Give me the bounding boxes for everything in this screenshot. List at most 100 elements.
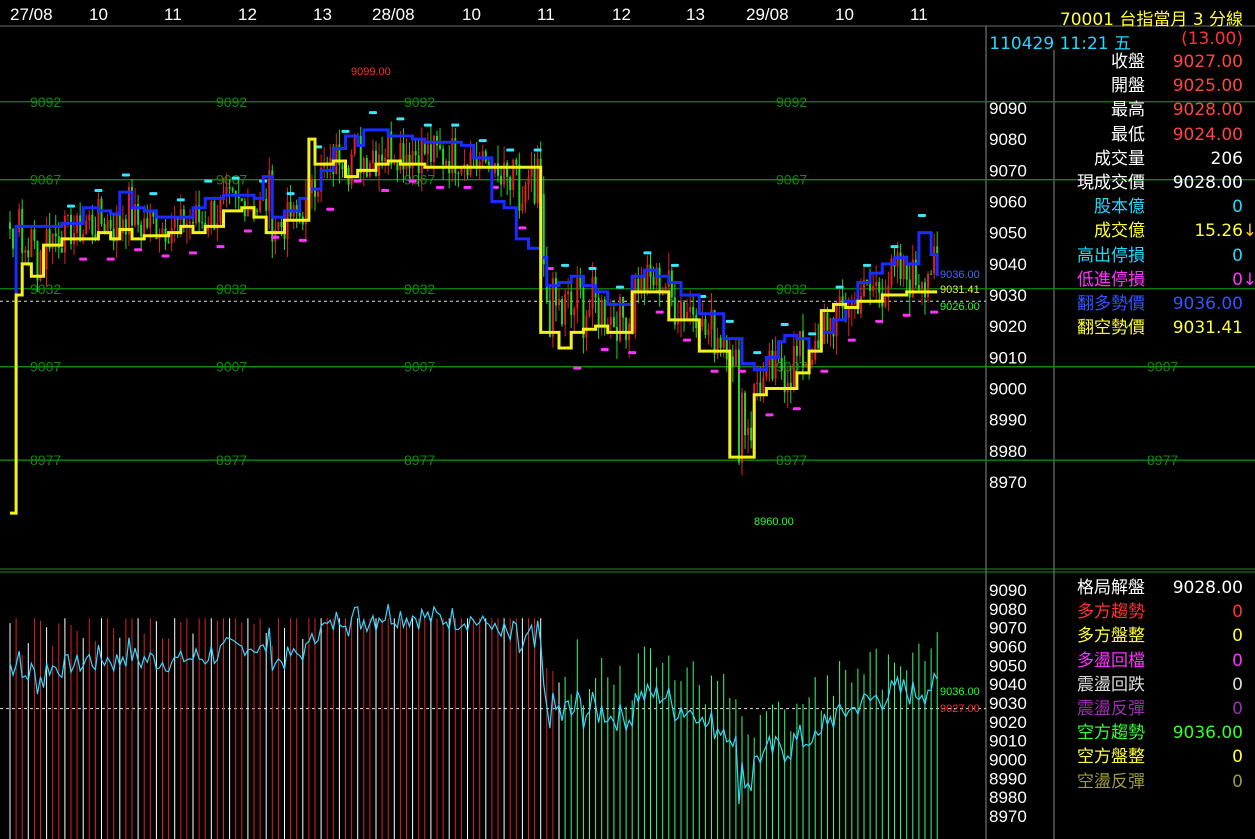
annotation-last-price: 9026.00 [940,301,980,313]
time-label: 12 [612,5,631,24]
grid-label: 8977 [216,452,247,468]
candle-body [924,282,926,298]
candle-body [359,135,362,174]
info-label: 空盪反彈 [1077,771,1145,792]
resistance-dot [780,323,789,327]
support-dot [408,179,417,183]
candle-body [707,329,710,335]
support-dot [710,369,719,373]
info-value: 9028.00 [1172,172,1243,193]
candle-body [701,318,704,327]
candle-body [612,317,615,328]
candle-body [756,382,759,385]
support-dot [573,366,582,370]
info-row: 震盪回跌 0 [1055,673,1255,697]
candle-body [719,337,722,348]
candle-body [744,392,747,436]
candle-body [460,168,463,174]
grid-label: 9092 [776,94,807,110]
info-label: 翻多勢價 [1077,293,1145,314]
candle-body [259,200,262,212]
candle-body [91,214,94,235]
candle-body [429,144,432,162]
grid-label: 8977 [30,452,61,468]
candle-body [609,317,612,325]
grid-label: 9092 [30,94,61,110]
candle-body [124,219,127,235]
annotation-indicator-red: 9027.00 [940,703,980,715]
candle-body [167,241,170,244]
candle-body [896,252,899,267]
grid-label: 9007 [30,359,61,375]
resistance-dot [423,123,432,127]
info-value: 0 [1232,650,1243,671]
info-row: 翻空勢價 9031.41 [1055,316,1255,340]
candle-body [143,218,146,237]
grid-label: 8977 [404,452,435,468]
info-label: 格局解盤 [1077,578,1145,598]
support-dot [381,189,390,193]
resistance-dot [176,198,185,202]
resistance-dot [231,176,240,180]
candle-body [170,227,173,244]
candle-body [930,273,933,275]
candle-body [399,143,402,171]
candle-body [481,151,484,162]
resistance-dot [588,266,597,270]
grid-label: 9032 [216,281,247,297]
support-dot [683,338,692,342]
candle-body [9,222,11,229]
candle-body [561,299,564,325]
candle-body [762,376,765,395]
candle-body [518,164,521,211]
candle-body [737,349,740,463]
candle-body [411,151,414,169]
price-tick: 9070 [989,161,1027,180]
annotation-long-price: 9036.00 [940,269,980,281]
time-label: 10 [835,5,854,24]
info-value: 0 [1232,626,1243,647]
support-dot [765,413,774,417]
candle-body [27,250,30,258]
info-label: 高出停損 [1077,245,1145,266]
support-dot [847,338,856,342]
support-dot [161,254,170,258]
info-panel: 收盤 9027.00 開盤 9025.00 最高 9028.00 最低 9024.00 成交量 2… [1055,50,1255,340]
info-value: 9036.00 [1172,293,1243,314]
resistance-dot [863,263,872,267]
candle-body [277,221,280,230]
resistance-dot [506,148,515,152]
support-dot [738,369,746,373]
candle-body [54,233,57,237]
price-tick: 9090 [989,99,1027,118]
info-row: 成交億 15.26 ↓ [1055,219,1255,243]
support-dot [930,310,939,314]
annotation-short-price: 9031.41 [940,284,980,296]
candle-body [622,296,625,318]
support-dot [298,238,307,242]
candle-body [853,302,856,304]
info-label: 震盪回跌 [1077,674,1145,695]
candle-body [405,154,408,170]
candle-body [445,160,448,165]
time-axis: 27/08 10 11 12 13 28/08 10 11 12 13 29/0… [10,5,928,24]
candle-body [774,350,777,379]
candle-body [841,296,844,309]
candle-body [231,188,234,191]
support-dot [463,185,472,189]
info-row: 開盤 9025.00 [1055,74,1255,98]
info-label: 多方盤整 [1077,626,1145,647]
candle-body [176,218,179,220]
candle-body [798,331,801,356]
info-row: 空方盤整 0 [1055,745,1255,769]
candle-body [24,250,27,253]
info-value: 0 [1232,602,1243,623]
price-tick: 9040 [989,255,1027,274]
grid-label: 9007 [1147,359,1178,375]
candle-body [884,297,887,307]
info-value: 9027.00 [1172,52,1243,72]
resistance-dot [67,204,75,208]
resistance-dot [149,192,158,196]
candle-body [908,279,911,298]
candle-body [33,229,36,241]
